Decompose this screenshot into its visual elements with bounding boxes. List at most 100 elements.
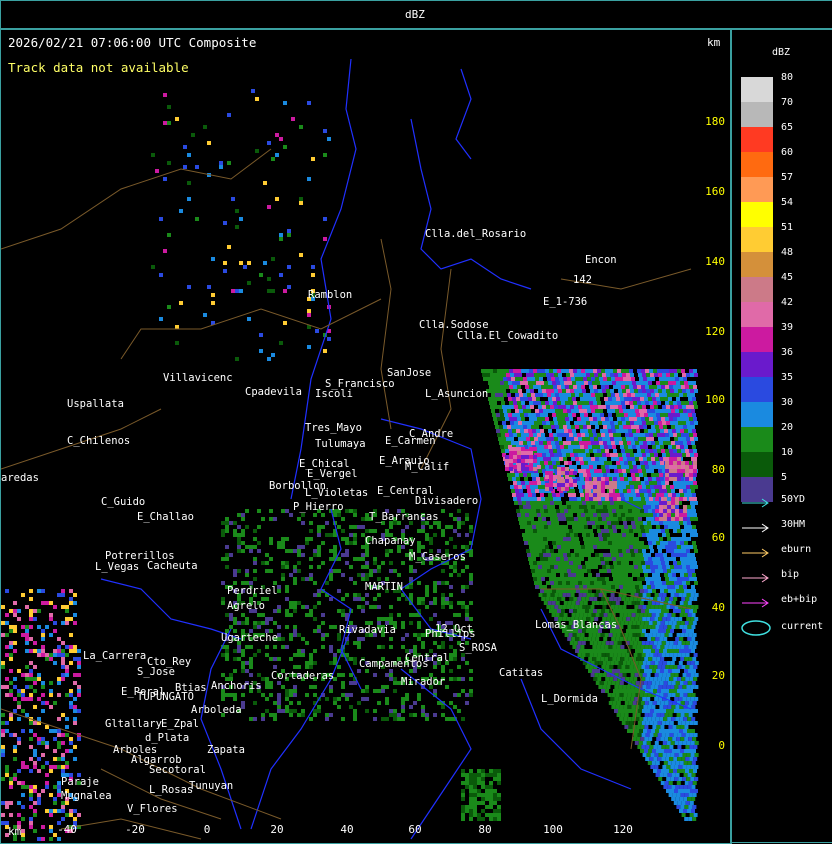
echo-pixel <box>615 409 619 413</box>
echo-pixel <box>612 397 616 401</box>
radar-map[interactable]: Clla.del_RosarioEncon142E_1-736RamblonCl… <box>1 29 731 843</box>
echo-pixel <box>629 465 633 469</box>
echo-pixel <box>237 541 241 545</box>
echo-pixel <box>599 473 603 477</box>
echo-pixel <box>532 509 536 513</box>
echo-pixel <box>598 661 603 665</box>
echo-pixel <box>333 569 337 573</box>
echo-pixel <box>652 413 656 417</box>
echo-pixel <box>511 441 515 445</box>
echo-pixel <box>575 409 579 413</box>
echo-pixel <box>594 437 598 441</box>
echo-pixel <box>21 673 25 677</box>
echo-pixel <box>585 513 589 517</box>
echo-pixel <box>183 145 187 149</box>
echo-pixel <box>541 561 545 565</box>
echo-pixel <box>587 473 591 477</box>
echo-pixel <box>5 621 9 625</box>
echo-pixel <box>617 465 621 469</box>
echo-pixel <box>561 433 565 437</box>
echo-pixel <box>646 453 650 457</box>
echo-pixel <box>385 549 389 553</box>
echo-pixel <box>679 513 683 517</box>
echo-pixel <box>21 593 25 597</box>
echo-pixel <box>562 389 566 393</box>
echo-pixel <box>619 393 623 397</box>
echo-pixel <box>549 597 554 601</box>
echo-pixel <box>589 665 594 669</box>
echo-pixel <box>575 613 580 617</box>
echo-pixel <box>684 793 689 797</box>
echo-pixel <box>576 541 580 545</box>
echo-pixel <box>555 425 559 429</box>
echo-pixel <box>616 701 621 705</box>
echo-pixel <box>653 609 657 613</box>
echo-pixel <box>585 401 589 405</box>
echo-pixel <box>651 537 655 541</box>
echo-pixel <box>562 605 567 609</box>
echo-pixel <box>671 501 675 505</box>
echo-pixel <box>553 561 557 565</box>
echo-pixel <box>693 641 698 645</box>
echo-pixel <box>624 509 628 513</box>
echo-pixel <box>607 425 611 429</box>
echo-pixel <box>203 313 207 317</box>
echo-pixel <box>563 585 567 589</box>
echo-pixel <box>681 689 685 693</box>
echo-pixel <box>365 593 369 597</box>
echo-pixel <box>684 557 688 561</box>
echo-pixel <box>671 497 675 501</box>
echo-pixel <box>657 745 662 749</box>
echo-pixel <box>461 601 465 605</box>
echo-pixel <box>606 373 610 377</box>
echo-pixel <box>660 445 664 449</box>
echo-pixel <box>626 469 630 473</box>
echo-pixel <box>513 417 517 421</box>
echo-pixel <box>562 421 566 425</box>
echo-pixel <box>539 553 543 557</box>
echo-pixel <box>613 401 617 405</box>
echo-pixel <box>684 737 689 741</box>
echo-pixel <box>353 537 357 541</box>
echo-pixel <box>613 385 617 389</box>
echo-pixel <box>646 501 650 505</box>
echo-pixel <box>593 641 598 645</box>
echo-pixel <box>575 393 579 397</box>
echo-pixel <box>533 497 537 501</box>
echo-pixel <box>229 553 233 557</box>
echo-pixel <box>545 471 549 475</box>
echo-pixel <box>281 685 285 689</box>
echo-pixel <box>540 509 544 513</box>
echo-pixel <box>618 389 622 393</box>
echo-pixel <box>660 701 665 705</box>
echo-pixel <box>621 401 625 405</box>
echo-pixel <box>688 525 692 529</box>
echo-pixel <box>605 665 610 669</box>
echo-pixel <box>682 437 686 441</box>
echo-pixel <box>373 557 377 561</box>
echo-pixel <box>225 557 229 561</box>
echo-pixel <box>509 459 513 463</box>
echo-pixel <box>592 397 596 401</box>
echo-pixel <box>679 809 683 813</box>
echo-pixel <box>593 545 597 549</box>
echo-pixel <box>522 517 526 521</box>
echo-pixel <box>640 381 644 385</box>
echo-pixel <box>636 657 641 661</box>
echo-pixel <box>623 569 627 573</box>
echo-pixel <box>647 705 652 709</box>
echo-pixel <box>33 765 37 769</box>
radar-map-panel[interactable]: Clla.del_Rosario Encon 142 E_1-736 Ramblon Cl… <box>0 28 732 844</box>
echo-pixel <box>655 509 659 513</box>
echo-pixel <box>33 753 37 757</box>
echo-pixel <box>37 697 41 701</box>
echo-pixel <box>631 537 635 541</box>
echo-pixel <box>605 529 609 533</box>
echo-pixel <box>581 465 585 469</box>
echo-pixel <box>608 541 612 545</box>
echo-pixel <box>516 397 520 401</box>
echo-pixel <box>665 757 670 761</box>
echo-pixel <box>675 509 679 513</box>
echo-pixel <box>669 721 674 725</box>
echo-pixel <box>13 697 17 701</box>
